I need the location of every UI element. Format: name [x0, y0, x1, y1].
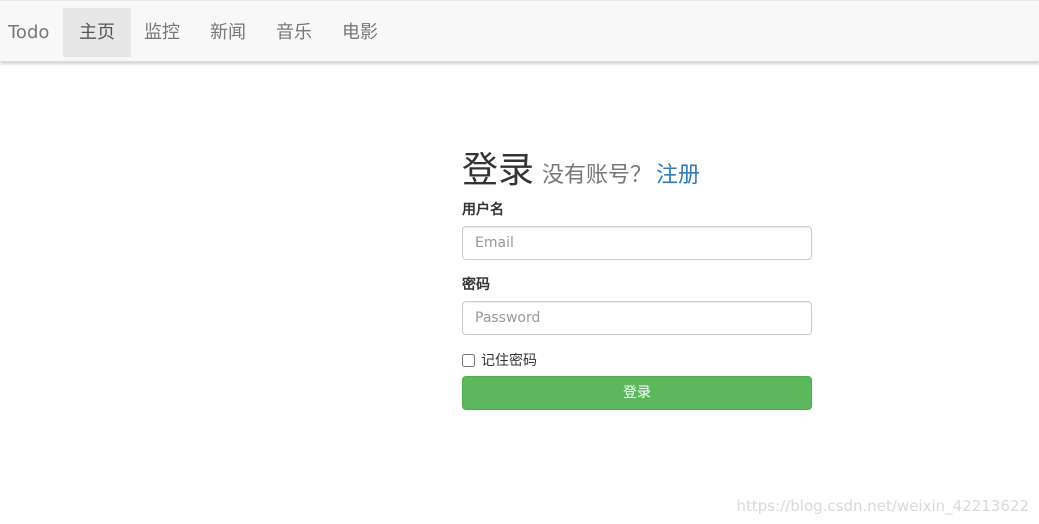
login-heading: 登录 没有账号？ 注册: [462, 148, 812, 194]
no-account-text: 没有账号？: [542, 163, 653, 188]
password-input[interactable]: [462, 301, 812, 335]
nav-item-music[interactable]: 音乐: [260, 8, 328, 57]
navbar-brand[interactable]: Todo: [8, 21, 49, 45]
remember-row: 记住密码: [462, 350, 812, 370]
username-label: 用户名: [462, 202, 504, 218]
login-form: 登录没有账号？注册 用户名 密码 记住密码 登录: [462, 148, 812, 410]
login-button[interactable]: 登录: [462, 376, 812, 410]
login-title: 登录: [462, 150, 535, 191]
remember-checkbox[interactable]: [462, 353, 475, 367]
nav-item-home[interactable]: 主页: [63, 8, 131, 57]
nav-item-movies[interactable]: 电影: [326, 8, 394, 57]
remember-label: 记住密码: [481, 353, 537, 369]
username-input[interactable]: [462, 226, 812, 260]
password-label: 密码: [462, 277, 490, 293]
watermark-text: https://blog.csdn.net/weixin_42213622: [736, 497, 1029, 515]
register-link[interactable]: 注册: [656, 163, 700, 188]
top-navbar: Todo 主页 监控 新闻 音乐 电影: [0, 0, 1039, 62]
nav-item-news[interactable]: 新闻: [194, 8, 262, 57]
nav-item-monitor[interactable]: 监控: [128, 8, 196, 57]
